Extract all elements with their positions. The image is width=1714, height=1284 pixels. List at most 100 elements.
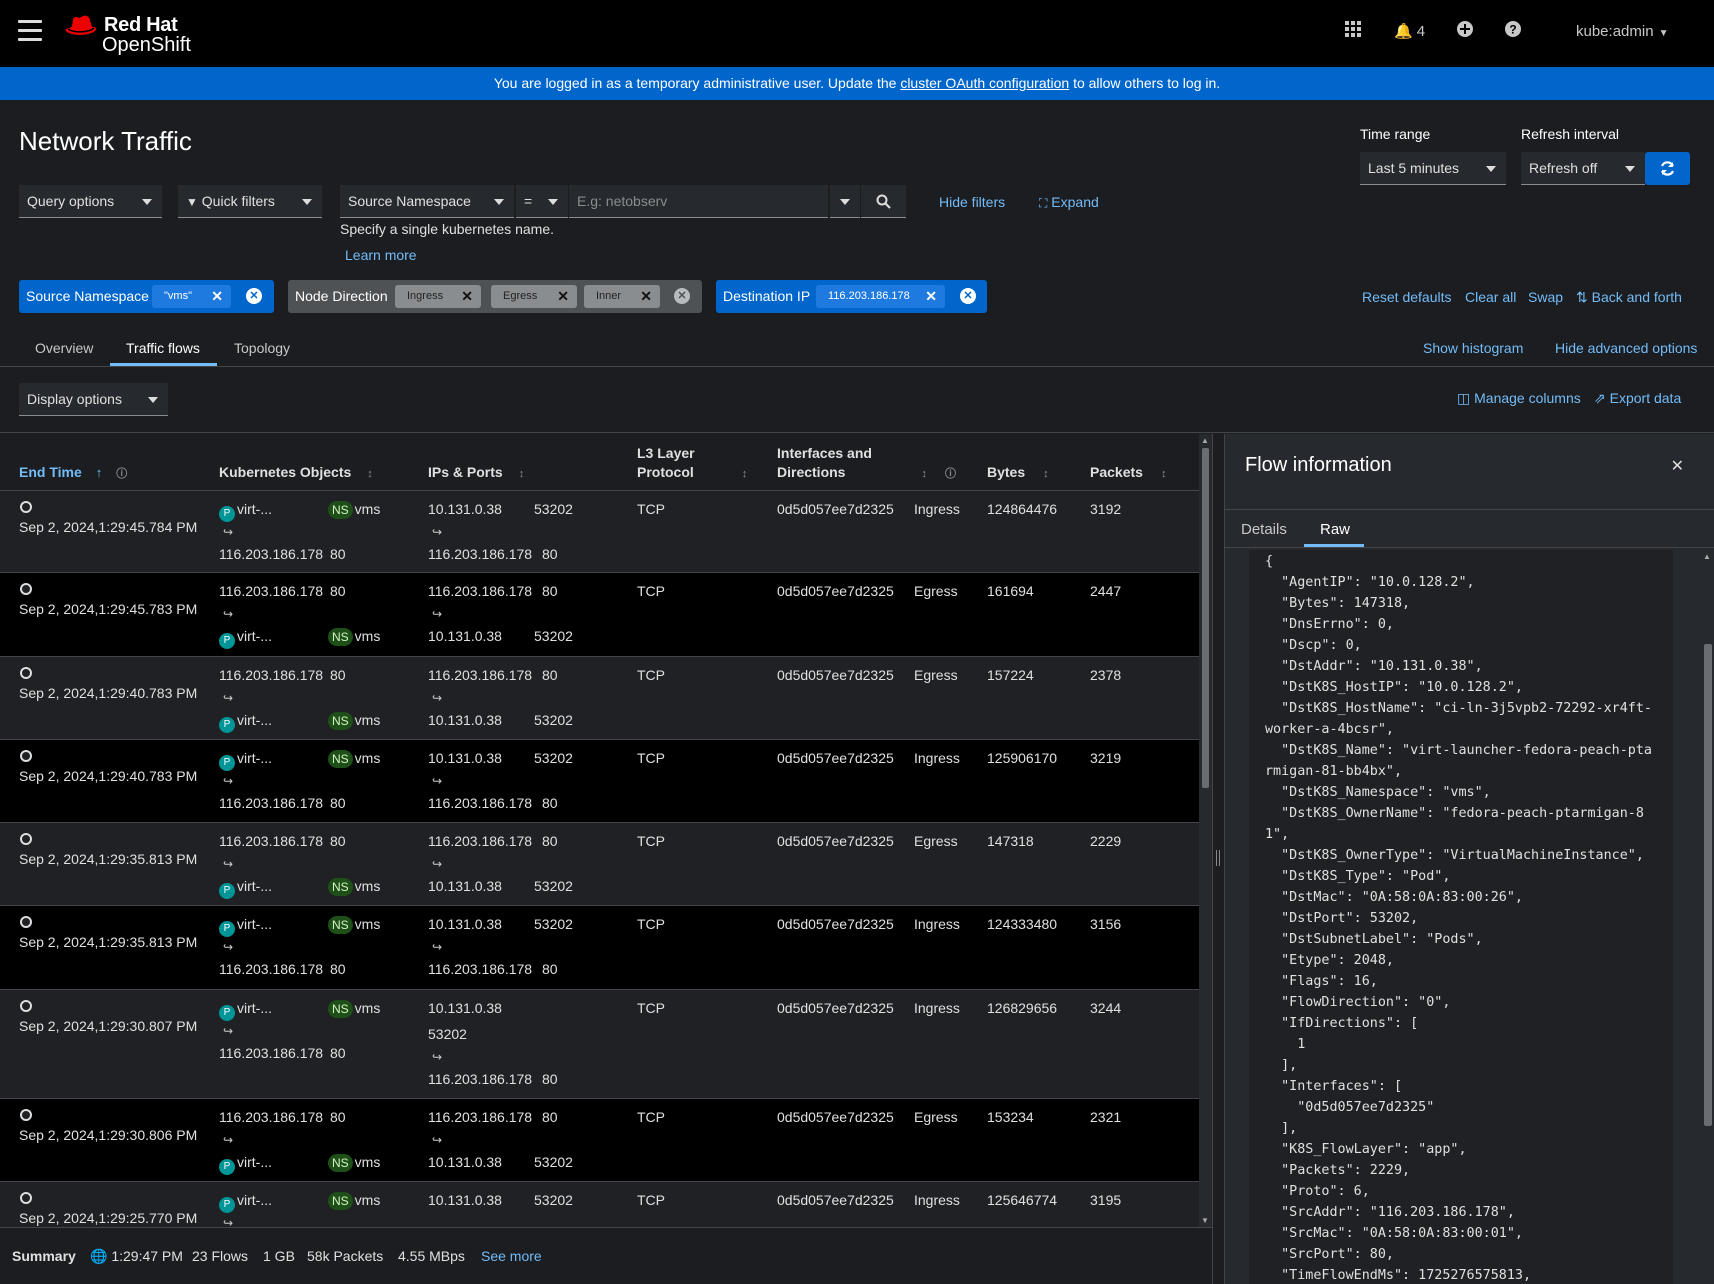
hide-filters-link[interactable]: Hide filters	[939, 194, 1005, 210]
refresh-interval-select[interactable]: Refresh off	[1521, 152, 1645, 185]
panel-resize-handle[interactable]	[1212, 434, 1224, 1284]
pod-ref[interactable]: Pvirt-...	[219, 750, 272, 771]
namespace-ref[interactable]: NS vms	[328, 501, 380, 519]
tab-overview[interactable]: Overview	[35, 340, 93, 356]
table-scrollbar-thumb[interactable]	[1202, 448, 1209, 788]
namespace-ref[interactable]: NS vms	[328, 878, 380, 896]
help-icon[interactable]: ⓘ	[116, 465, 127, 481]
col-interfaces-directions[interactable]: Interfaces and Directions ↕ ⓘ	[777, 445, 956, 481]
close-icon[interactable]: ✕	[557, 285, 569, 308]
filter-autocomplete-toggle[interactable]	[830, 185, 860, 218]
table-row[interactable]: Sep 2, 2024,1:29:30.806 PM 116.203.186.17…	[0, 1099, 1199, 1182]
pod-ref[interactable]: Pvirt-...	[219, 1000, 272, 1021]
export-data-link[interactable]: ⇗ Export data	[1594, 390, 1681, 407]
namespace-ref[interactable]: NS vms	[328, 628, 380, 646]
namespace-ref[interactable]: NS vms	[328, 750, 380, 768]
scroll-down-icon[interactable]: ▼	[1201, 1216, 1209, 1225]
direction-arrow-icon: ↪	[432, 1050, 443, 1064]
table-row[interactable]: Sep 2, 2024,1:29:40.783 PM Pvirt-... NS vms…	[0, 740, 1199, 823]
table-row[interactable]: Sep 2, 2024,1:29:45.783 PM 116.203.186.17…	[0, 573, 1199, 657]
table-row[interactable]: Sep 2, 2024,1:29:45.784 PM Pvirt-... NS vms…	[0, 491, 1199, 573]
table-row[interactable]: Sep 2, 2024,1:29:35.813 PM Pvirt-... NS vms…	[0, 906, 1199, 990]
end-time: Sep 2, 2024,1:29:35.813 PM	[19, 934, 197, 950]
expand-link[interactable]: ⛶ Expand	[1039, 194, 1099, 211]
learn-more-link[interactable]: Learn more	[345, 247, 417, 263]
panel-scrollbar[interactable]: ▲	[1700, 550, 1714, 1284]
pod-ref[interactable]: Pvirt-...	[219, 712, 272, 733]
col-end-time[interactable]: End Time ↑ ⓘ	[19, 464, 127, 481]
user-menu[interactable]: kube:admin ▼	[1576, 23, 1668, 40]
col-kubernetes-objects[interactable]: Kubernetes Objects ↕	[219, 464, 373, 480]
ip-address: 10.131.0.38	[428, 1192, 502, 1208]
filter-operator-select[interactable]: =	[516, 185, 568, 218]
oauth-config-link[interactable]: cluster OAuth configuration	[900, 75, 1069, 91]
app-launcher-icon[interactable]	[1344, 20, 1362, 43]
col-packets[interactable]: Packets ↕	[1090, 464, 1166, 480]
quick-filters-select[interactable]: ▼ Quick filters	[178, 185, 322, 218]
panel-scrollbar-thumb[interactable]	[1704, 644, 1712, 1126]
table-scrollbar[interactable]: ▲ ▼	[1199, 434, 1212, 1227]
pod-ref[interactable]: Pvirt-...	[219, 1192, 272, 1213]
pod-ref[interactable]: Pvirt-...	[219, 501, 272, 522]
namespace-ref[interactable]: NS vms	[328, 712, 380, 730]
reset-defaults-link[interactable]: Reset defaults	[1362, 289, 1452, 305]
filter-field-select[interactable]: Source Namespace	[340, 185, 514, 218]
end-time-time: 1:29:25.770 PM	[98, 1210, 198, 1226]
pod-ref[interactable]: Pvirt-...	[219, 628, 272, 649]
hide-advanced-options-link[interactable]: Hide advanced options	[1555, 340, 1697, 356]
port: 53202	[534, 712, 573, 728]
help-icon[interactable]: ?	[1504, 20, 1522, 43]
hamburger-menu-icon[interactable]	[18, 20, 42, 42]
tab-traffic-flows[interactable]: Traffic flows	[126, 340, 200, 356]
namespace-ref[interactable]: NS vms	[328, 1000, 380, 1018]
close-icon[interactable]: ✕	[1671, 456, 1684, 476]
table-row[interactable]: Sep 2, 2024,1:29:30.807 PM Pvirt-... NS vms…	[0, 990, 1199, 1099]
display-options-select[interactable]: Display options	[19, 383, 168, 416]
add-icon[interactable]	[1456, 20, 1474, 43]
table-row[interactable]: Sep 2, 2024,1:29:25.770 PM Pvirt-... NS vms…	[0, 1182, 1199, 1227]
table-row[interactable]: Sep 2, 2024,1:29:40.783 PM 116.203.186.17…	[0, 657, 1199, 740]
notifications-bell-icon[interactable]: 🔔 4	[1394, 22, 1425, 40]
close-icon[interactable]: ✕	[211, 285, 223, 308]
col-l3-protocol[interactable]: L3 Layer Protocol ↕	[637, 445, 747, 480]
close-icon[interactable]: ✕	[461, 285, 473, 308]
redhat-hat-icon	[65, 15, 97, 35]
namespace-ref[interactable]: NS vms	[328, 916, 380, 934]
close-icon[interactable]: ✕	[925, 285, 937, 308]
col-bytes[interactable]: Bytes ↕	[987, 464, 1049, 480]
filter-value-input[interactable]: E.g: netobserv	[569, 185, 828, 218]
tab-details[interactable]: Details	[1241, 521, 1287, 538]
back-and-forth-link[interactable]: ⇅ Back and forth	[1576, 289, 1682, 306]
scroll-up-icon[interactable]: ▲	[1703, 552, 1711, 561]
pod-ref[interactable]: Pvirt-...	[219, 916, 272, 937]
see-more-link[interactable]: See more	[481, 1248, 542, 1264]
query-options-select[interactable]: Query options	[19, 185, 162, 218]
bytes: 125906170	[987, 750, 1058, 766]
ip-address: 116.203.186.178	[428, 795, 533, 811]
close-icon[interactable]: ✕	[640, 285, 652, 308]
namespace-ref[interactable]: NS vms	[328, 1154, 380, 1172]
table-row[interactable]: Sep 2, 2024,1:29:35.813 PM 116.203.186.17…	[0, 823, 1199, 906]
end-time: Sep 2, 2024,1:29:30.806 PM	[19, 1127, 197, 1143]
manage-columns-link[interactable]: ◫ Manage columns	[1457, 390, 1581, 407]
clear-group-icon[interactable]: ✕	[674, 288, 690, 304]
swap-link[interactable]: Swap	[1528, 289, 1563, 305]
raw-json-view[interactable]: { "AgentIP": "10.0.128.2", "Bytes": 1473…	[1249, 550, 1673, 1284]
clear-group-icon[interactable]: ✕	[960, 288, 976, 304]
show-histogram-link[interactable]: Show histogram	[1423, 340, 1523, 356]
sort-icon: ↕	[921, 468, 927, 480]
namespace-ref[interactable]: NS vms	[328, 1192, 380, 1210]
time-range-select[interactable]: Last 5 minutes	[1360, 152, 1506, 185]
filter-search-button[interactable]	[861, 185, 906, 218]
clear-all-link[interactable]: Clear all	[1465, 289, 1516, 305]
pod-ref[interactable]: Pvirt-...	[219, 878, 272, 899]
active-tab-indicator	[110, 363, 217, 366]
refresh-button[interactable]	[1645, 152, 1690, 185]
clear-group-icon[interactable]: ✕	[246, 288, 262, 304]
help-icon[interactable]: ⓘ	[945, 465, 956, 481]
tab-raw[interactable]: Raw	[1320, 521, 1350, 538]
tab-topology[interactable]: Topology	[234, 340, 290, 356]
pod-ref[interactable]: Pvirt-...	[219, 1154, 272, 1175]
scroll-up-icon[interactable]: ▲	[1201, 436, 1209, 445]
col-ips-ports[interactable]: IPs & Ports ↕	[428, 464, 524, 480]
